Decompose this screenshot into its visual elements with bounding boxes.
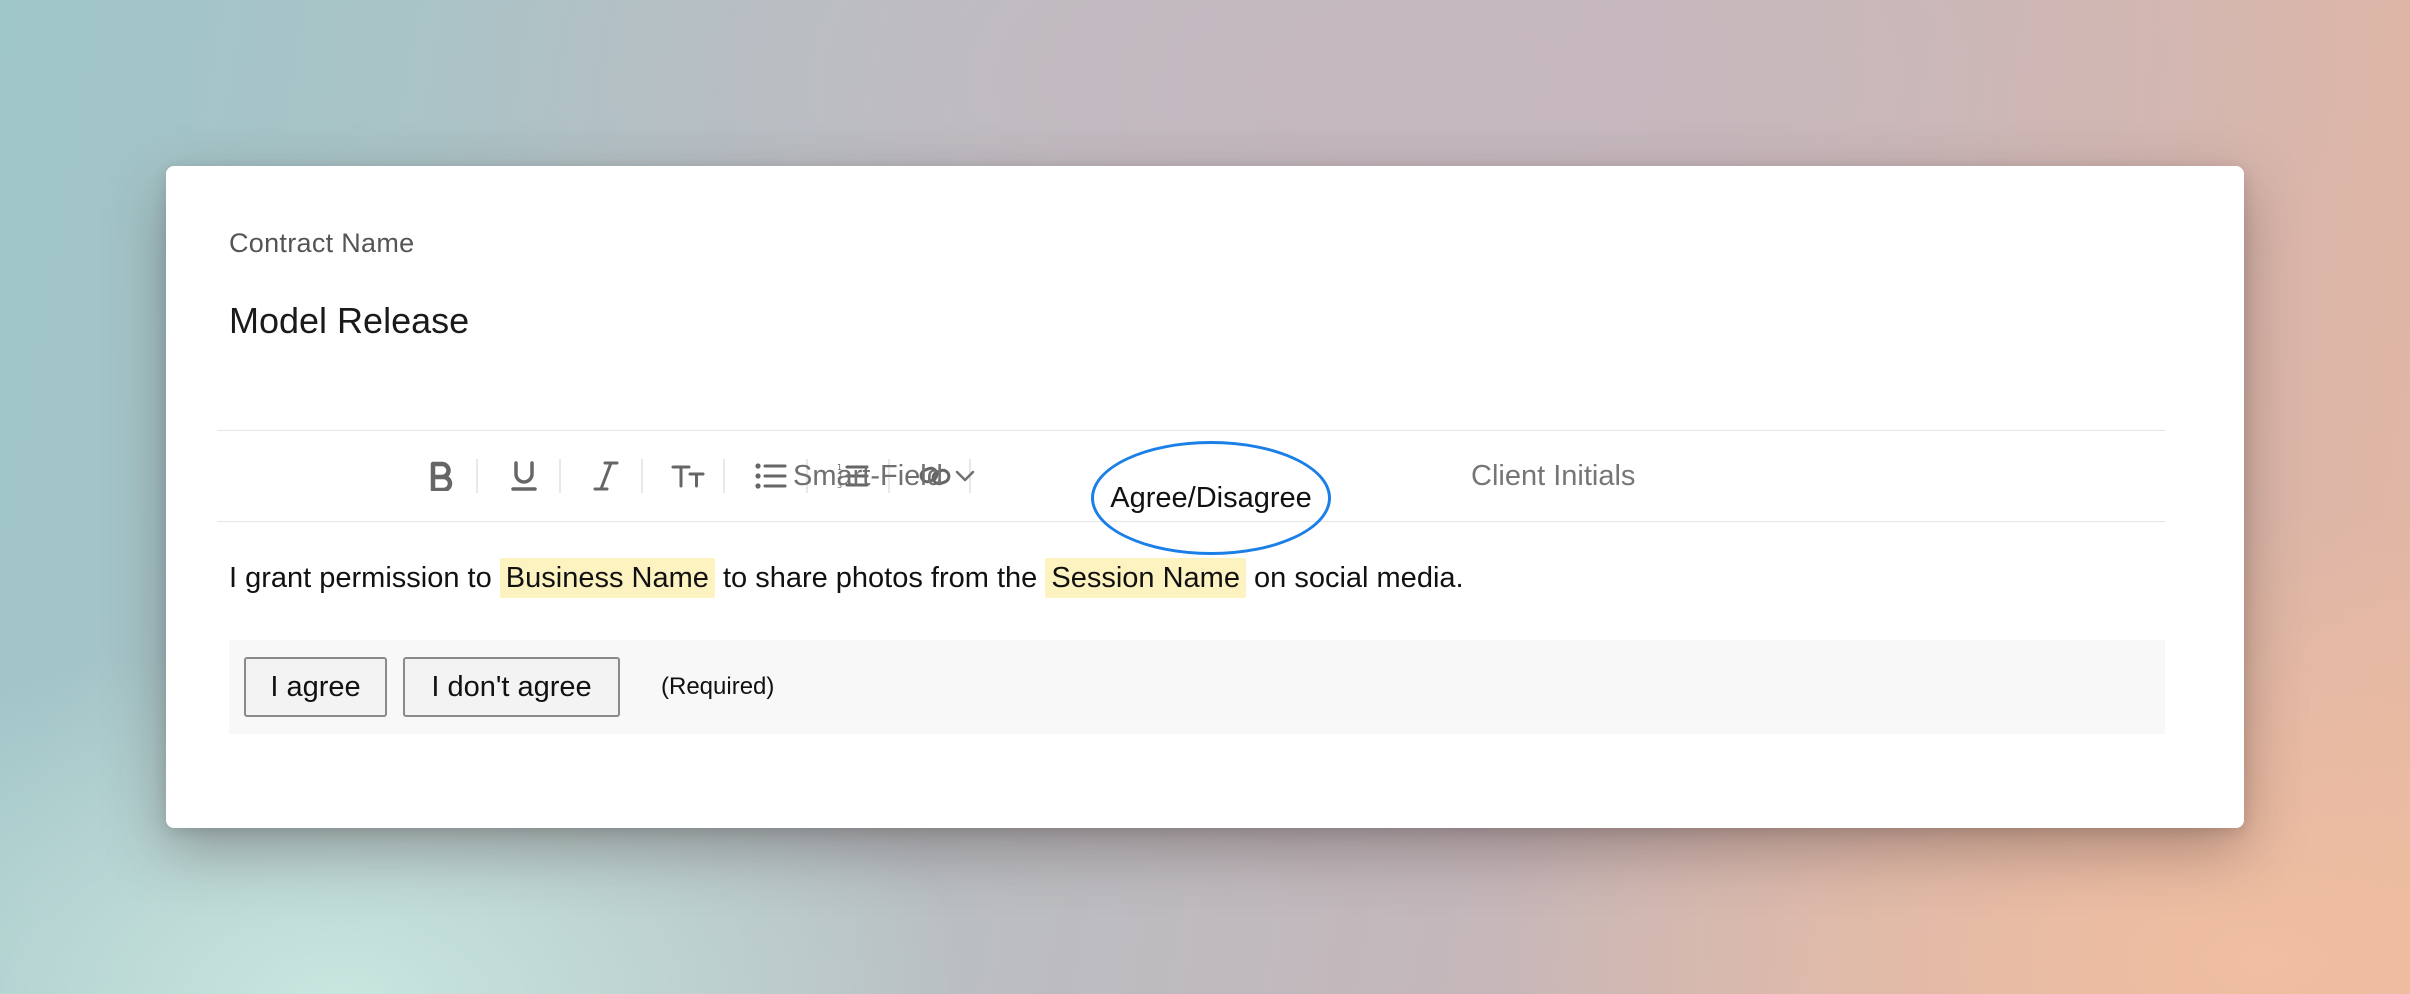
contract-body-text[interactable]: I grant permission to Business Name to s… — [229, 558, 1464, 598]
i-agree-button[interactable]: I agree — [244, 657, 387, 717]
chevron-down-icon — [955, 470, 975, 482]
bullet-list-icon — [755, 463, 787, 489]
client-initials-button[interactable]: Client Initials — [1471, 453, 1635, 499]
body-text-segment: to share photos from the — [722, 562, 1038, 594]
italic-button[interactable] — [583, 453, 629, 499]
underline-button[interactable] — [501, 453, 547, 499]
text-size-icon — [671, 463, 705, 489]
client-initials-label: Client Initials — [1471, 459, 1636, 492]
text-size-button[interactable] — [665, 453, 711, 499]
toolbar-divider — [559, 459, 561, 493]
agree-disagree-button[interactable]: Agree/Disagree — [1091, 441, 1331, 555]
agree-disagree-block: I agree I don't agree (Required) — [229, 640, 2165, 734]
bold-button[interactable] — [418, 453, 464, 499]
smart-field-dropdown[interactable]: Smart-Field — [793, 453, 975, 499]
underline-icon — [510, 460, 538, 492]
body-text-segment: on social media. — [1254, 562, 1464, 594]
editor-toolbar: 1 2 3 Smart-Field Agree/Disagree Client … — [217, 430, 2165, 555]
i-dont-agree-button[interactable]: I don't agree — [403, 657, 620, 717]
bold-icon — [428, 461, 454, 491]
toolbar-divider — [476, 459, 478, 493]
smart-field-label: Smart-Field — [793, 459, 943, 492]
required-note: (Required) — [661, 673, 775, 700]
bullet-list-button[interactable] — [748, 453, 794, 499]
smart-field-chip-session-name[interactable]: Session Name — [1045, 558, 1246, 598]
contract-name-input[interactable]: Model Release — [229, 300, 469, 342]
toolbar-divider — [723, 459, 725, 493]
contract-name-label: Contract Name — [229, 228, 415, 258]
body-text-segment: I grant permission to — [229, 562, 492, 594]
italic-icon — [593, 460, 619, 492]
agree-disagree-label: Agree/Disagree — [1110, 481, 1312, 514]
contract-editor-card: Contract Name Model Release 1 2 3 Smart-… — [166, 166, 2244, 828]
toolbar-divider — [641, 459, 643, 493]
smart-field-chip-business-name[interactable]: Business Name — [499, 558, 715, 598]
